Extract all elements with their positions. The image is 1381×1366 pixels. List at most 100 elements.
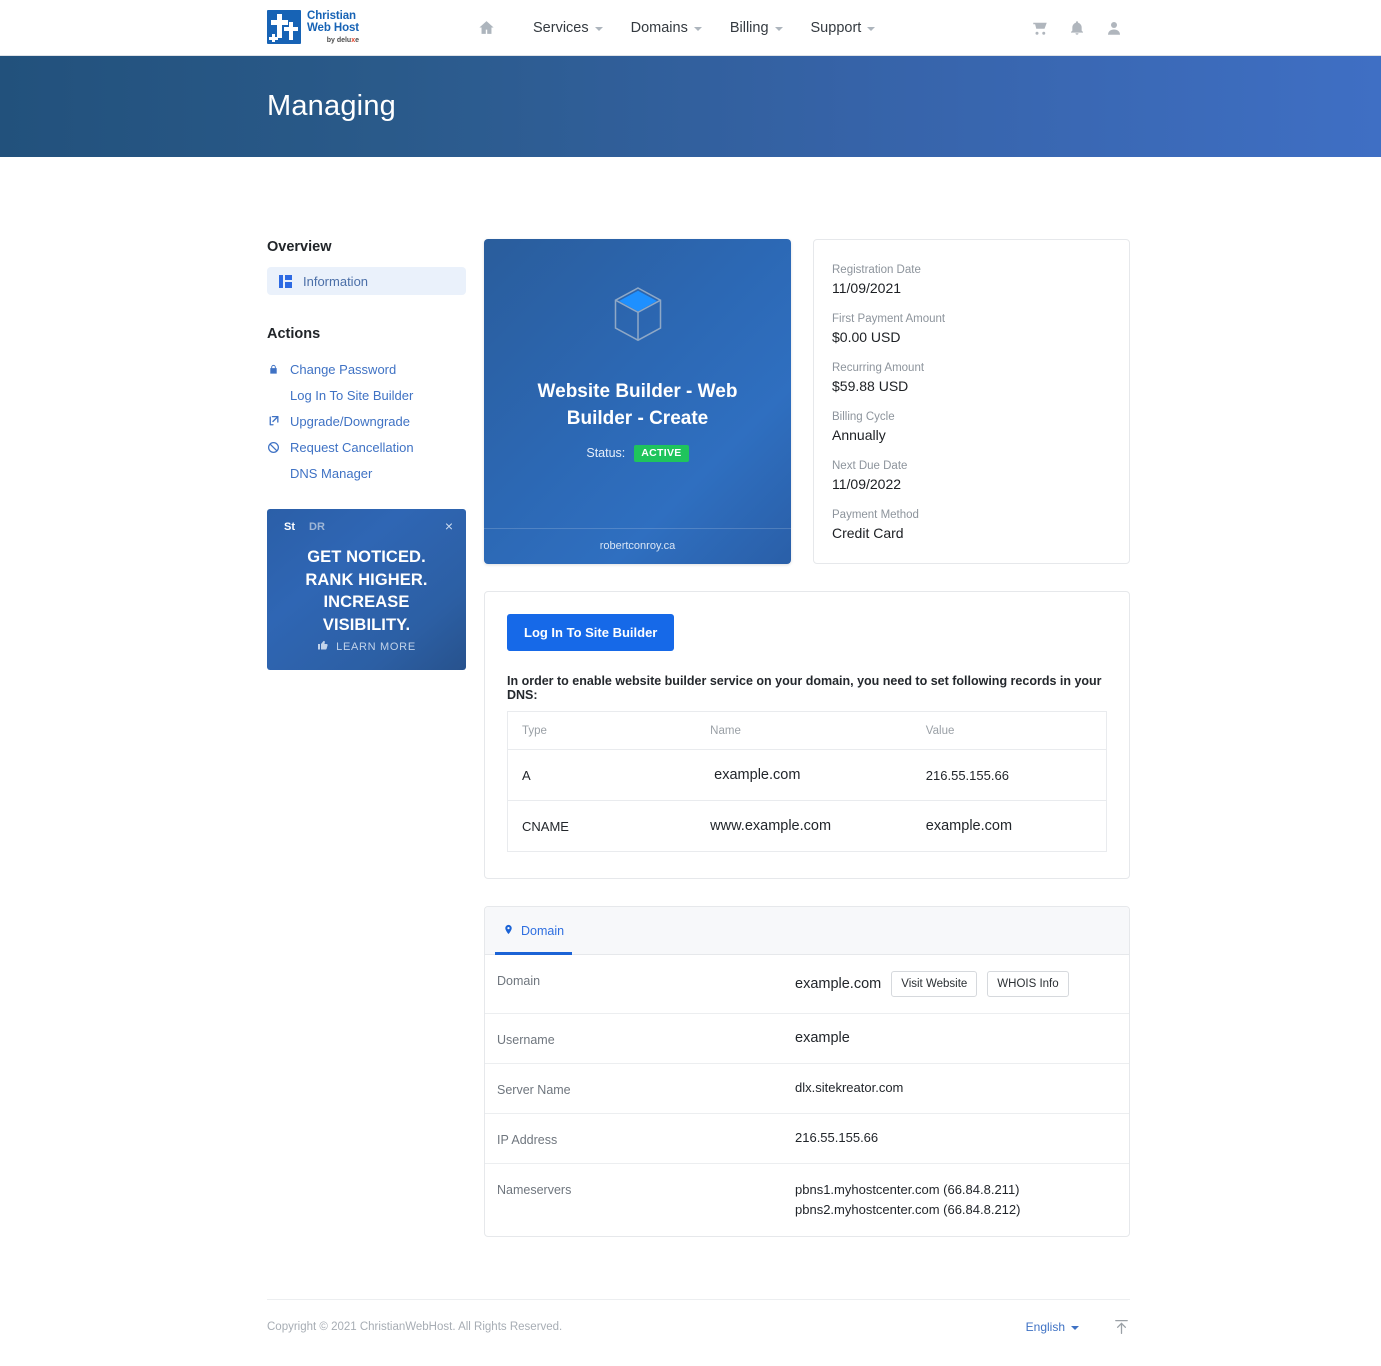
status-badge: ACTIVE xyxy=(634,444,689,462)
promo-tab-inactive[interactable]: DR xyxy=(309,521,325,533)
nav-icon-group xyxy=(1031,0,1123,55)
promo-tab-active[interactable]: St xyxy=(284,521,295,533)
detail-value: $59.88 USD xyxy=(832,378,909,394)
site-logo[interactable]: Christian Web Host by deluxe xyxy=(267,10,359,44)
action-log-in-to-site-builder[interactable]: Log In To Site Builder xyxy=(267,382,466,408)
chevron-down-icon xyxy=(1071,1326,1079,1331)
bell-icon[interactable] xyxy=(1069,19,1085,37)
cell-value: example.com xyxy=(925,818,1013,834)
nav-item-support[interactable]: Support xyxy=(797,20,890,36)
column-header-type: Type xyxy=(507,711,697,750)
logo-mark-icon xyxy=(267,10,301,44)
dns-instructions-text: In order to enable website builder servi… xyxy=(507,674,1102,702)
sidebar: Overview Information Actions Change Pass… xyxy=(267,239,466,670)
sidebar-item-information[interactable]: Information xyxy=(267,267,466,295)
cart-icon[interactable] xyxy=(1031,19,1049,37)
row-label: Nameservers xyxy=(497,1183,572,1197)
detail-label: Registration Date xyxy=(832,264,921,276)
promo-learn-more-button[interactable]: LEARN MORE xyxy=(267,638,466,656)
promo-cta-label: LEARN MORE xyxy=(336,641,416,653)
action-request-cancellation[interactable]: Request Cancellation xyxy=(267,434,466,460)
product-status: Status: ACTIVE xyxy=(586,444,689,462)
action-label: Upgrade/Downgrade xyxy=(290,413,410,429)
row-value: example.com Visit Website WHOIS Info xyxy=(795,971,1069,997)
detail-value: Annually xyxy=(832,427,886,443)
external-link-icon xyxy=(267,415,280,428)
chevron-down-icon xyxy=(594,26,603,31)
action-label: Change Password xyxy=(290,361,397,377)
nav-label: Support xyxy=(810,19,862,36)
cell-type: A xyxy=(507,749,697,801)
nav-item-services[interactable]: Services xyxy=(519,20,617,36)
cell-name: www.example.com xyxy=(710,818,832,834)
page-footer: Copyright © 2021 ChristianWebHost. All R… xyxy=(0,1300,1381,1366)
chevron-down-icon xyxy=(774,26,783,31)
top-navigation-bar: Christian Web Host by deluxe Services Do… xyxy=(0,0,1381,55)
page-title: Managing xyxy=(267,90,396,122)
detail-registration-date: Registration Date 11/09/2021 xyxy=(832,264,1129,296)
detail-payment-method: Payment Method Credit Card xyxy=(832,509,1129,541)
domain-row-server-name: Server Name dlx.sitekreator.com xyxy=(485,1064,1129,1114)
table-header-row: Type Name Value xyxy=(507,711,1107,750)
detail-label: Next Due Date xyxy=(832,460,908,472)
nav-item-domains[interactable]: Domains xyxy=(617,20,716,36)
nav-label: Services xyxy=(533,19,589,36)
detail-value: 11/09/2022 xyxy=(832,476,902,492)
username-value: example xyxy=(795,1030,850,1046)
chevron-down-icon xyxy=(867,26,876,31)
detail-value: $0.00 USD xyxy=(832,329,901,345)
location-pin-icon xyxy=(503,923,514,939)
action-label: DNS Manager xyxy=(290,465,373,481)
action-change-password[interactable]: Change Password xyxy=(267,356,466,382)
row-label: Username xyxy=(497,1033,555,1047)
user-icon[interactable] xyxy=(1105,19,1123,37)
nav-label: Domains xyxy=(630,19,688,36)
nameserver-line: pbns1.myhostcenter.com (66.84.8.211) xyxy=(795,1182,1020,1197)
detail-label: Recurring Amount xyxy=(832,362,925,374)
product-title: Website Builder - Web Builder - Create xyxy=(537,381,738,429)
page-header-banner: Managing xyxy=(0,55,1381,157)
home-icon[interactable] xyxy=(478,19,495,36)
column-header-value: Value xyxy=(911,711,1107,750)
column-header-name: Name xyxy=(696,711,912,750)
whois-info-button[interactable]: WHOIS Info xyxy=(987,971,1069,997)
cell-value: 216.55.155.66 xyxy=(911,749,1107,801)
dns-records-table: Type Name Value A example.com 216.55.155… xyxy=(507,711,1107,852)
action-dns-manager[interactable]: DNS Manager xyxy=(267,460,466,486)
detail-value: 11/09/2021 xyxy=(832,280,902,296)
detail-first-payment-amount: First Payment Amount $0.00 USD xyxy=(832,313,1129,345)
product-summary-card: Website Builder - Web Builder - Create S… xyxy=(484,239,791,564)
language-selector[interactable]: English xyxy=(1026,1320,1079,1334)
sidebar-action-list: Change Password Log In To Site Builder U… xyxy=(267,356,466,486)
lock-icon xyxy=(267,363,280,376)
status-label: Status: xyxy=(586,446,626,461)
log-in-to-site-builder-button[interactable]: Log In To Site Builder xyxy=(507,614,675,651)
visit-website-button[interactable]: Visit Website xyxy=(891,971,978,997)
logo-line-2: Web Host xyxy=(307,22,360,34)
main-content: Website Builder - Web Builder - Create S… xyxy=(484,239,1130,1238)
cell-type: CNAME xyxy=(522,818,569,834)
action-label: Log In To Site Builder xyxy=(290,387,414,403)
promo-banner[interactable]: St DR × GET NOTICED. RANK HIGHER. INCREA… xyxy=(267,509,466,670)
tab-domain[interactable]: Domain xyxy=(495,907,573,955)
table-row: A example.com 216.55.155.66 xyxy=(507,749,1107,801)
domain-tab-bar: Domain xyxy=(485,907,1129,955)
domain-value: example.com xyxy=(795,976,882,992)
scroll-to-top-icon[interactable] xyxy=(1113,1318,1130,1336)
close-icon[interactable]: × xyxy=(445,519,453,533)
logo-tagline: by deluxe xyxy=(326,36,360,44)
promo-headline: GET NOTICED. RANK HIGHER. INCREASE VISIB… xyxy=(305,548,428,634)
domain-info-panel: Domain Domain example.com Visit Website … xyxy=(484,906,1130,1238)
billing-details-card: Registration Date 11/09/2021 First Payme… xyxy=(813,239,1130,564)
domain-row-domain: Domain example.com Visit Website WHOIS I… xyxy=(485,955,1129,1014)
chevron-down-icon xyxy=(693,26,702,31)
nav-item-billing[interactable]: Billing xyxy=(716,20,797,36)
action-upgrade-downgrade[interactable]: Upgrade/Downgrade xyxy=(267,408,466,434)
detail-value: Credit Card xyxy=(832,525,904,541)
detail-next-due-date: Next Due Date 11/09/2022 xyxy=(832,460,1129,492)
nav-label: Billing xyxy=(729,19,769,36)
product-domain: robertconroy.ca xyxy=(484,528,791,564)
copyright-text: Copyright © 2021 ChristianWebHost. All R… xyxy=(267,1321,563,1334)
detail-label: Payment Method xyxy=(832,509,919,521)
primary-menu: Services Domains Billing Support xyxy=(478,0,889,55)
